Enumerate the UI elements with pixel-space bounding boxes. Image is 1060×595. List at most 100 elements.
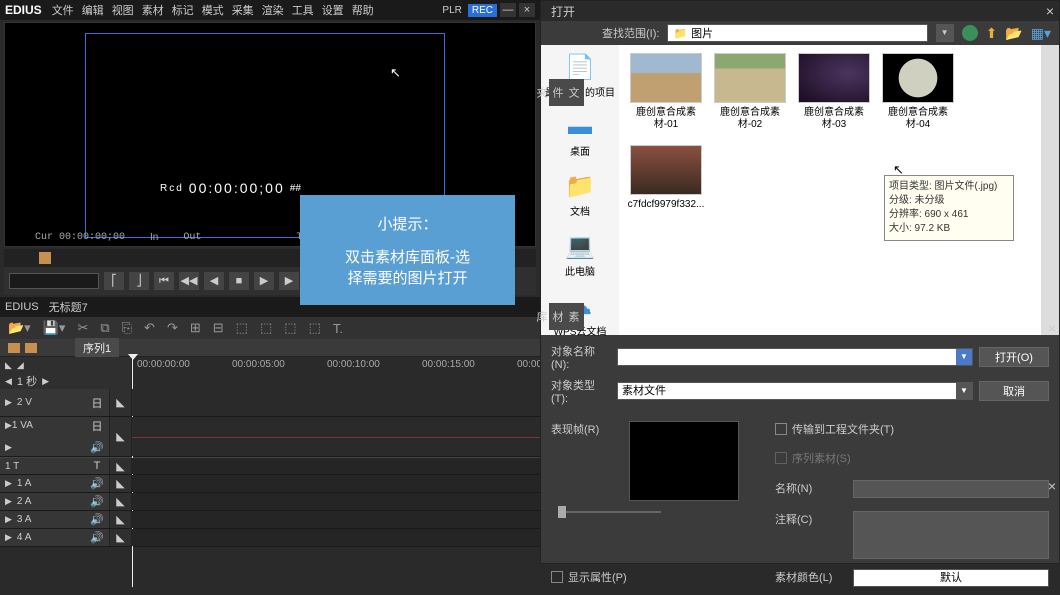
- goto-start-button[interactable]: ⏮: [154, 272, 174, 290]
- show-props-checkbox[interactable]: [551, 571, 563, 583]
- tool-text-icon[interactable]: T.: [333, 321, 343, 336]
- video-icon[interactable]: 日: [90, 395, 104, 411]
- tool-open-icon[interactable]: 📂▾: [8, 320, 31, 336]
- menu-capture[interactable]: 采集: [232, 2, 254, 18]
- cursor-icon: ↖: [893, 162, 904, 178]
- thumbnail: [714, 53, 786, 103]
- tool-a-icon[interactable]: ⬚: [236, 320, 248, 336]
- file-tooltip: 项目类型: 图片文件(.jpg) 分级: 未分级 分辨率: 690 x 461 …: [884, 175, 1014, 241]
- file-item-05[interactable]: c7fdcf9979f332...: [627, 145, 705, 211]
- step-fwd-button[interactable]: ▶: [279, 272, 299, 290]
- time-ruler[interactable]: 00:00:00:00 00:00:05:00 00:00:10:00 00:0…: [132, 357, 540, 389]
- speaker-icon[interactable]: 🔊: [90, 477, 104, 490]
- track-1a: ▶1 A🔊 ◣: [0, 475, 540, 493]
- video-icon[interactable]: 日: [90, 418, 104, 434]
- speaker-icon[interactable]: 🔊: [90, 513, 104, 526]
- mark-out-button[interactable]: ⎦: [129, 272, 149, 290]
- scrubber-mark[interactable]: [39, 252, 51, 264]
- sidebar-tab-library[interactable]: 素材库: [549, 303, 584, 330]
- track-3a: ▶3 A🔊 ◣: [0, 511, 540, 529]
- main-titlebar: EDIUS 文件 编辑 视图 素材 标记 模式 采集 渲染 工具 设置 帮助 P…: [0, 0, 540, 20]
- menu-render[interactable]: 渲染: [262, 2, 284, 18]
- back-icon[interactable]: [962, 25, 978, 41]
- object-name-input[interactable]: ▼: [617, 348, 973, 366]
- file-list: 鹿创意合成素材-01 鹿创意合成素材-02 鹿创意合成素材-03 鹿创意合成素材…: [619, 45, 1041, 335]
- track-4a: ▶4 A🔊 ◣: [0, 529, 540, 547]
- menu-settings[interactable]: 设置: [322, 2, 344, 18]
- documents-icon: 📁: [565, 172, 595, 201]
- menu-mode[interactable]: 模式: [202, 2, 224, 18]
- folder-select[interactable]: 📁 图片: [667, 24, 927, 42]
- new-folder-icon[interactable]: 📂: [1005, 25, 1022, 42]
- tool-d-icon[interactable]: ⬚: [309, 320, 321, 336]
- speaker-icon[interactable]: 🔊: [90, 441, 104, 454]
- menu-tools[interactable]: 工具: [292, 2, 314, 18]
- seq-mark-2[interactable]: [25, 343, 37, 353]
- file-item-02[interactable]: 鹿创意合成素材-02: [711, 53, 789, 131]
- menu-file[interactable]: 文件: [52, 2, 74, 18]
- tool-b-icon[interactable]: ⬚: [260, 320, 272, 336]
- tool-redo-icon[interactable]: ↷: [167, 320, 178, 336]
- zoom-out-icon[interactable]: ◀: [5, 376, 12, 387]
- folder-dropdown-icon[interactable]: ▼: [936, 24, 954, 42]
- record-timecode: Rcd 00:00:00;00 ##: [160, 180, 301, 196]
- menu-help[interactable]: 帮助: [352, 2, 374, 18]
- seq-mark-1[interactable]: [8, 343, 20, 353]
- tool-paste-icon[interactable]: ⎘: [122, 320, 132, 336]
- sequence-row: 序列1: [0, 339, 540, 357]
- cancel-button[interactable]: 取消: [979, 381, 1049, 401]
- menu-mark[interactable]: 标记: [172, 2, 194, 18]
- speaker-icon[interactable]: 🔊: [90, 495, 104, 508]
- open-button[interactable]: 打开(O): [979, 347, 1049, 367]
- place-thispc[interactable]: 💻此电脑: [565, 232, 595, 278]
- note-label: 注释(C): [775, 511, 845, 527]
- clip-color-select[interactable]: 默认: [853, 569, 1049, 587]
- path-bar: 文件夹 素材库 查找范围(I): 📁 图片 ▼ ⬆ 📂 ▦▾: [541, 21, 1059, 45]
- tool-group-icon[interactable]: ⊞: [190, 320, 201, 336]
- file-item-03[interactable]: 鹿创意合成素材-03: [795, 53, 873, 131]
- step-back-button[interactable]: ◀: [204, 272, 224, 290]
- name-input[interactable]: [853, 480, 1049, 498]
- tool-split-icon[interactable]: ⊟: [213, 320, 224, 336]
- object-name-label: 对象名称(N):: [551, 343, 611, 371]
- tool-save-icon[interactable]: 💾▾: [43, 320, 66, 336]
- tool-cut-icon[interactable]: ✂: [77, 320, 88, 336]
- view-icon[interactable]: ▦▾: [1031, 25, 1051, 42]
- panel-close-icon-2[interactable]: ×: [1048, 478, 1056, 494]
- minimize-button[interactable]: —: [500, 3, 516, 17]
- tool-copy-icon[interactable]: ⧉: [100, 320, 109, 336]
- track-1va: ▶1 VA日 ▶🔊 ◣: [0, 417, 540, 457]
- lookfor-label: 查找范围(I):: [602, 25, 659, 41]
- place-desktop[interactable]: ▬桌面: [568, 113, 592, 158]
- menu-edit[interactable]: 编辑: [82, 2, 104, 18]
- place-documents[interactable]: 📁文档: [565, 172, 595, 218]
- folder-icon: 📁: [673, 27, 687, 40]
- sidebar-tab-folders[interactable]: 文件夹: [549, 79, 584, 106]
- close-icon[interactable]: ×: [1046, 3, 1054, 19]
- file-item-04[interactable]: 鹿创意合成素材-04: [879, 53, 957, 131]
- tool-c-icon[interactable]: ⬚: [284, 320, 296, 336]
- search-input[interactable]: [9, 273, 99, 289]
- menu-view[interactable]: 视图: [112, 2, 134, 18]
- zoom-in-icon[interactable]: ▶: [42, 376, 49, 387]
- renderframe-label: 表现帧(R): [551, 421, 621, 437]
- copy-to-project-checkbox[interactable]: [775, 423, 787, 435]
- sequence-tab[interactable]: 序列1: [75, 338, 119, 358]
- menu-clip[interactable]: 素材: [142, 2, 164, 18]
- object-type-select[interactable]: 素材文件▼: [617, 382, 973, 400]
- tool-undo-icon[interactable]: ↶: [144, 320, 155, 336]
- play-button[interactable]: ▶: [254, 272, 274, 290]
- speaker-icon[interactable]: 🔊: [90, 531, 104, 544]
- scrollbar[interactable]: [1041, 45, 1059, 335]
- file-item-01[interactable]: 鹿创意合成素材-01: [627, 53, 705, 131]
- computer-icon: 💻: [565, 232, 595, 261]
- title-icon[interactable]: T: [90, 460, 104, 472]
- up-icon[interactable]: ⬆: [986, 25, 998, 42]
- panel-close-icon[interactable]: ×: [1048, 320, 1056, 336]
- note-textarea[interactable]: [853, 511, 1049, 559]
- mark-in-button[interactable]: ⎡: [104, 272, 124, 290]
- rewind-button[interactable]: ◀◀: [179, 272, 199, 290]
- stop-button[interactable]: ■: [229, 272, 249, 290]
- close-button[interactable]: ×: [519, 3, 535, 17]
- zoom-slider[interactable]: [561, 511, 661, 513]
